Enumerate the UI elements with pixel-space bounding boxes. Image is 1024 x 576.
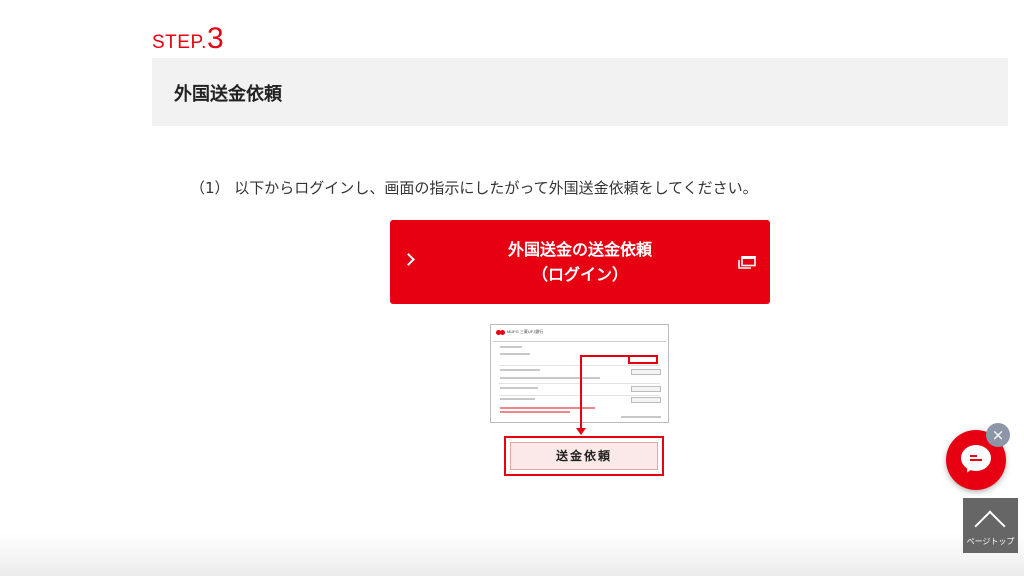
page-top-button[interactable]: ページトップ [963, 498, 1018, 553]
instruction-text: （1） 以下からログインし、画面の指示にしたがって外国送金依頼をしてください。 [190, 179, 758, 197]
send-request-label: 送金依頼 [510, 442, 658, 470]
mufg-logo [496, 330, 505, 335]
step-label: STEP.3 [152, 22, 224, 56]
bottom-divider [0, 533, 1024, 576]
chat-icon [961, 445, 991, 471]
callout-arrow-horizontal [580, 355, 632, 357]
login-button-line2: （ログイン） [531, 265, 628, 284]
login-button-line1: 外国送金の送金依頼 [507, 240, 652, 259]
section-title: 外国送金依頼 [174, 84, 282, 105]
mock-bank-name: MUFG 三菱UFJ銀行 [507, 329, 544, 334]
section-header: 外国送金依頼 [152, 58, 1008, 126]
remittance-login-button[interactable]: 外国送金の送金依頼 （ログイン） [390, 220, 770, 304]
mock-send-button [628, 355, 658, 364]
chevron-right-icon [402, 253, 415, 266]
login-button-label: 外国送金の送金依頼 （ログイン） [450, 237, 710, 287]
arrow-down-icon [576, 428, 586, 435]
new-window-icon [738, 256, 756, 269]
step-word: STEP. [152, 32, 207, 53]
send-request-callout: 送金依頼 [504, 436, 664, 476]
callout-arrow-vertical [580, 355, 582, 429]
step-number: 3 [206, 22, 224, 55]
chat-close-button[interactable]: × [986, 423, 1010, 447]
page-top-label: ページトップ [966, 537, 1015, 546]
